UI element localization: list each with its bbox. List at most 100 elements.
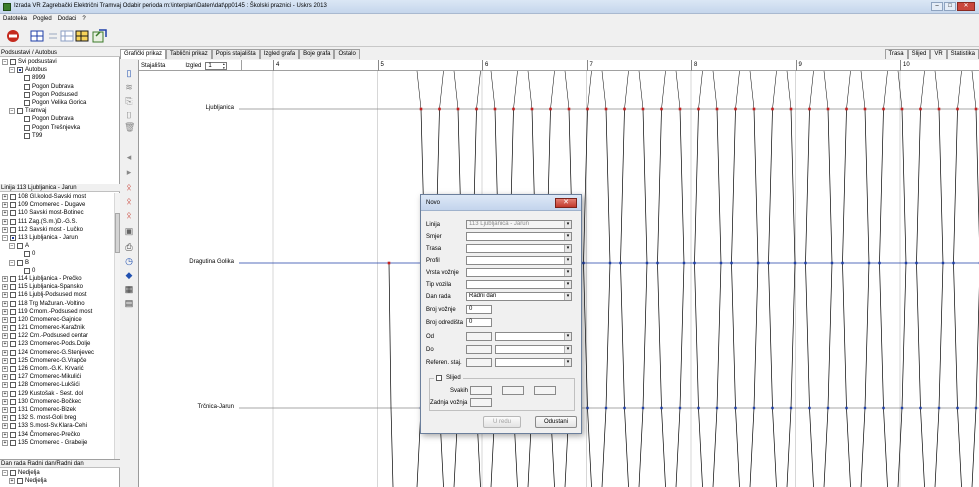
- tree-item[interactable]: +110 Savski most-Botinec: [0, 209, 120, 217]
- expand-icon[interactable]: +: [2, 218, 8, 225]
- trasa-combo[interactable]: ▾: [466, 244, 572, 253]
- tree-checkbox[interactable]: [24, 75, 30, 82]
- tree-checkbox[interactable]: [10, 275, 16, 282]
- tree-item[interactable]: + Nedjelja: [0, 477, 120, 485]
- tree-checkbox[interactable]: [10, 202, 16, 209]
- export-icon[interactable]: [92, 28, 108, 44]
- expand-icon[interactable]: +: [2, 349, 8, 356]
- print-icon[interactable]: ⎙: [124, 242, 134, 252]
- tab-boje-grafa[interactable]: Boje grafa: [299, 49, 335, 59]
- tree-item[interactable]: +129 Kustošak - Šest. dol: [0, 390, 120, 398]
- tree-item[interactable]: +135 Črnomerec - Grabeije: [0, 439, 120, 447]
- tree-item[interactable]: − 113 Ljubljanica - Jarun: [0, 234, 120, 242]
- tree-item[interactable]: +122 Črn.-Podsused centar: [0, 332, 120, 340]
- dialog-close-button[interactable]: ✕: [555, 198, 577, 208]
- tree-item[interactable]: 8999: [0, 74, 120, 82]
- expand-icon[interactable]: +: [2, 341, 8, 348]
- collapse-icon[interactable]: −: [9, 108, 15, 115]
- ok-button[interactable]: U redu: [483, 416, 521, 428]
- smjer-combo[interactable]: ▾: [466, 232, 572, 241]
- tree-item[interactable]: +109 Črnomerec - Dugave: [0, 201, 120, 209]
- tree-checkbox[interactable]: [24, 116, 30, 123]
- tree-checkbox[interactable]: [10, 218, 16, 225]
- chart-icon[interactable]: ▦: [124, 284, 134, 294]
- expand-icon[interactable]: +: [2, 357, 8, 364]
- expand-icon[interactable]: +: [2, 325, 8, 332]
- tab-vr[interactable]: VR: [930, 49, 947, 59]
- expand-icon[interactable]: +: [2, 374, 8, 381]
- tree-checkbox[interactable]: [10, 349, 16, 356]
- tree-item[interactable]: +116 Ljublj-Podsused most: [0, 291, 120, 299]
- expand-icon[interactable]: +: [2, 333, 8, 340]
- tree-checkbox[interactable]: [17, 108, 23, 115]
- grid-icon[interactable]: [30, 29, 44, 43]
- menu-datoteka[interactable]: Datoteka: [3, 16, 27, 22]
- tree-item[interactable]: − Svi podsustavi: [0, 58, 120, 66]
- cancel-button[interactable]: Odustani: [535, 416, 577, 428]
- collapse-icon[interactable]: −: [2, 59, 8, 66]
- tree-item[interactable]: − Nedjelja: [0, 469, 120, 477]
- tree-checkbox[interactable]: [24, 251, 30, 258]
- tree-checkbox[interactable]: [10, 325, 16, 332]
- collapse-icon[interactable]: −: [2, 470, 8, 477]
- tab-ostalo[interactable]: Ostalo: [334, 49, 360, 59]
- table-icon[interactable]: [60, 29, 74, 43]
- slijed-checkbox[interactable]: [436, 375, 442, 381]
- menu-help[interactable]: ?: [82, 16, 85, 22]
- broj-voznje-input[interactable]: 0: [466, 305, 492, 314]
- tree-checkbox[interactable]: [10, 398, 16, 405]
- tree-checkbox[interactable]: [10, 382, 16, 389]
- tree-item[interactable]: +125 Črnomerec-G.Vrapče: [0, 357, 120, 365]
- tree-item[interactable]: +124 Črnomerec-G.Stenjevec: [0, 349, 120, 357]
- collapse-icon[interactable]: −: [9, 67, 15, 74]
- tab-graficki-prikaz[interactable]: Grafički prikaz: [120, 49, 167, 59]
- person-add-icon[interactable]: ᛟ: [124, 196, 134, 206]
- tree-checkbox[interactable]: [24, 267, 30, 274]
- collapse-icon[interactable]: −: [9, 243, 15, 250]
- referen-staj-combo[interactable]: ▾: [495, 358, 572, 367]
- tree-checkbox[interactable]: [10, 59, 16, 66]
- do-combo[interactable]: ▾: [495, 345, 572, 354]
- tree-item[interactable]: Pogon Dubrava: [0, 83, 120, 91]
- tree-checkbox[interactable]: [17, 67, 23, 74]
- expand-icon[interactable]: +: [2, 382, 8, 389]
- tree-item[interactable]: +130 Črnomerec-Bočkec: [0, 398, 120, 406]
- expand-icon[interactable]: +: [2, 398, 8, 405]
- tab-slijed[interactable]: Slijed: [907, 49, 931, 59]
- equals-icon[interactable]: [46, 29, 60, 43]
- tree-item[interactable]: +115 Ljubljanica-Špansko: [0, 283, 120, 291]
- tree-item[interactable]: − Tramvaj: [0, 107, 120, 115]
- tree-checkbox[interactable]: [24, 124, 30, 131]
- linija-combo[interactable]: 113 Ljubljanica - Jarun ▾: [466, 220, 572, 229]
- menu-dodaci[interactable]: Dodaci: [58, 16, 77, 22]
- expand-icon[interactable]: +: [2, 431, 8, 438]
- od-combo[interactable]: ▾: [495, 332, 572, 341]
- izgled-spinner[interactable]: 1: [205, 61, 228, 70]
- tab-tablicni-prikaz[interactable]: Tablični prikaz: [166, 49, 212, 59]
- minimize-button[interactable]: –: [931, 2, 943, 11]
- tab-trasa[interactable]: Trasa: [884, 49, 908, 59]
- tree-item[interactable]: +120 Črnomerec-Gajnice: [0, 316, 120, 324]
- tree-checkbox[interactable]: [10, 300, 16, 307]
- new-doc-icon[interactable]: ▯: [124, 68, 134, 78]
- od-input[interactable]: [466, 332, 492, 341]
- tab-izgled-grafa[interactable]: Izgled grafa: [259, 49, 300, 59]
- tree-item[interactable]: +118 Trg Mažuran.-Voltino: [0, 299, 120, 307]
- tree-checkbox[interactable]: [10, 226, 16, 233]
- referen-staj-input[interactable]: [466, 358, 492, 367]
- arrow-left-icon[interactable]: ◂: [124, 152, 134, 162]
- expand-icon[interactable]: +: [2, 439, 8, 446]
- expand-icon[interactable]: +: [2, 366, 8, 373]
- close-button[interactable]: ✕: [957, 2, 975, 11]
- expand-icon[interactable]: +: [2, 423, 8, 430]
- tree-checkbox[interactable]: [10, 431, 16, 438]
- expand-icon[interactable]: +: [2, 284, 8, 291]
- vrsta-voznje-combo[interactable]: ▾: [466, 268, 572, 277]
- tree-checkbox[interactable]: [10, 415, 16, 422]
- delete-icon[interactable]: 🗑: [124, 122, 135, 132]
- profil-combo[interactable]: ▾: [466, 256, 572, 265]
- expand-icon[interactable]: +: [2, 415, 8, 422]
- tree-item[interactable]: 0: [0, 250, 120, 258]
- save-icon[interactable]: ▣: [124, 226, 134, 236]
- person-icon[interactable]: ᛟ: [124, 182, 134, 192]
